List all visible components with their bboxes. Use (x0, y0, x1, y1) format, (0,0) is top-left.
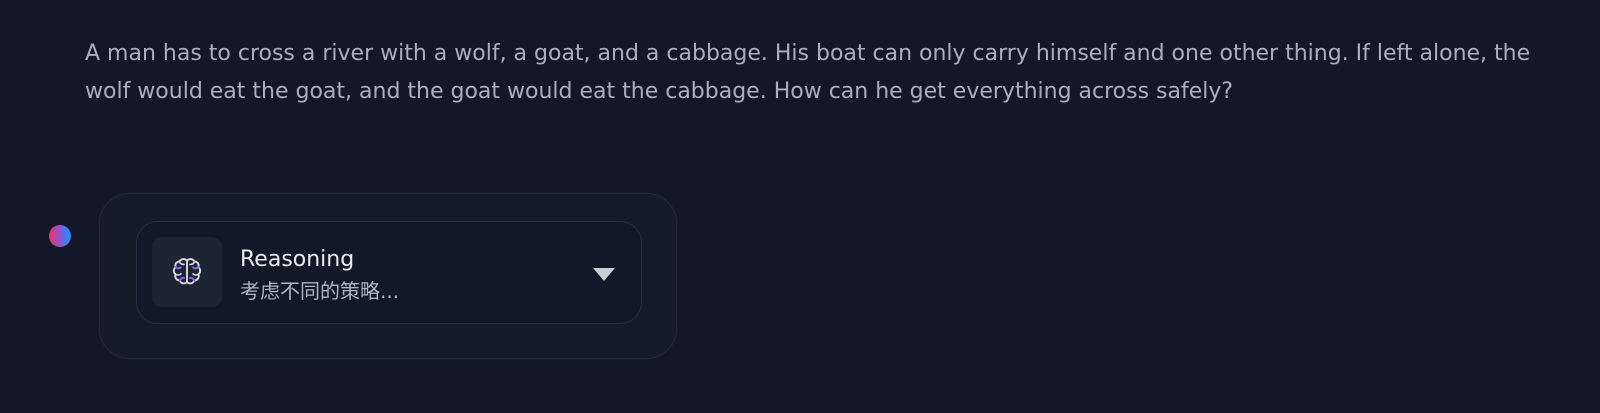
reasoning-toggle[interactable]: Reasoning 考虑不同的策略... (136, 221, 642, 324)
chevron-down-icon[interactable] (593, 268, 615, 281)
brain-icon (152, 237, 222, 307)
reasoning-status: 考虑不同的策略... (240, 279, 400, 303)
chat-page: A man has to cross a river with a wolf, … (0, 0, 1600, 413)
reasoning-title: Reasoning (240, 247, 355, 272)
assistant-avatar (49, 225, 71, 247)
assistant-message-bubble: Reasoning 考虑不同的策略... (99, 193, 677, 359)
user-message: A man has to cross a river with a wolf, … (85, 41, 1531, 104)
